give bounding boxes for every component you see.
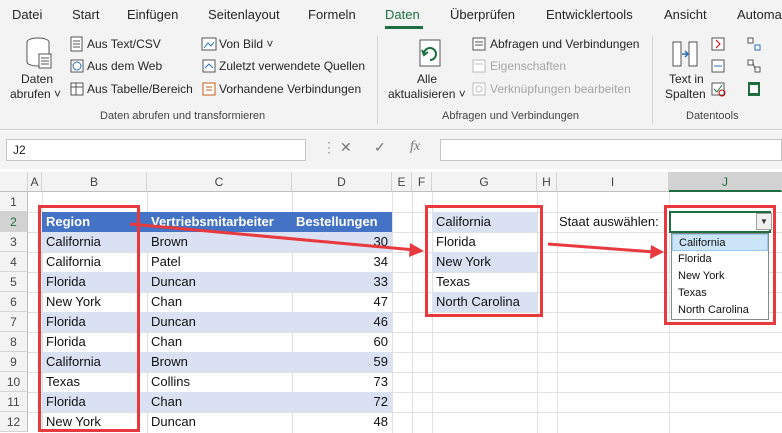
recent-sources-icon (202, 59, 216, 73)
dropdown-list: California Florida New York Texas North … (671, 233, 769, 320)
arrow-head (650, 245, 664, 259)
text-to-columns-icon (672, 41, 698, 67)
insert-function-icon[interactable]: fx (410, 139, 420, 155)
formula-bar: J2 ⋮ ✕ ✓ fx (0, 131, 782, 169)
web-icon (70, 59, 84, 73)
tab-formeln[interactable]: Formeln (308, 7, 356, 22)
cancel-icon[interactable]: ✕ (340, 139, 352, 156)
tab-automate[interactable]: Automa (737, 7, 782, 22)
group-label-get-transform: Daten abrufen und transformieren (100, 110, 266, 122)
recent-sources-button[interactable]: Zuletzt verwendete Quellen (219, 59, 365, 73)
formula-input[interactable] (440, 139, 782, 161)
dropdown-option[interactable]: Texas (672, 285, 768, 302)
tab-ueberpruefen[interactable]: Überprüfen (450, 7, 515, 22)
arrow-head (409, 243, 424, 257)
active-tab-indicator (385, 26, 423, 29)
ribbon: Daten abrufen ˅ Aus Text/CSV Aus dem Web… (0, 30, 782, 130)
tab-start[interactable]: Start (72, 7, 99, 22)
tab-einfuegen[interactable]: Einfügen (127, 7, 178, 22)
queries-icon (472, 37, 486, 51)
relationships-icon (747, 59, 761, 73)
enter-icon[interactable]: ✓ (374, 139, 386, 156)
data-model-icon (748, 82, 760, 96)
flash-fill-icon (711, 37, 725, 51)
dropdown-arrow-button[interactable]: ▼ (756, 213, 772, 230)
refresh-all-label-1[interactable]: Alle (417, 72, 437, 86)
properties-button[interactable]: Eigenschaften (490, 59, 566, 73)
edit-links-button[interactable]: Verknüpfungen bearbeiten (490, 82, 631, 96)
name-box[interactable]: J2 (6, 139, 306, 161)
existing-connections-button[interactable]: Vorhandene Verbindungen (219, 82, 361, 96)
tab-seitenlayout[interactable]: Seitenlayout (208, 7, 280, 22)
worksheet-grid: A B C D E F G H I J 1 2 3 4 5 6 7 8 9 10… (0, 172, 782, 433)
text-file-icon (70, 36, 83, 52)
arrow-list-to-dropdown (547, 242, 656, 254)
ribbon-separator-2 (652, 36, 653, 124)
remove-duplicates-icon (711, 59, 725, 73)
from-table-button[interactable]: Aus Tabelle/Bereich (87, 82, 193, 96)
arrows-overlay (129, 222, 664, 259)
queries-connections-button[interactable]: Abfragen und Verbindungen (490, 37, 639, 51)
from-web-button[interactable]: Aus dem Web (87, 59, 162, 73)
existing-connections-icon (202, 82, 216, 96)
table-icon (70, 82, 84, 96)
tab-ansicht[interactable]: Ansicht (664, 7, 707, 22)
dropdown-option[interactable]: North Carolina (672, 302, 768, 319)
dropdown-option[interactable]: New York (672, 268, 768, 285)
get-data-label-2[interactable]: abrufen ˅ (10, 87, 61, 101)
ribbon-separator (377, 36, 378, 124)
tab-datei[interactable]: Datei (12, 7, 42, 22)
group-label-queries: Abfragen und Verbindungen (442, 110, 580, 122)
text-to-columns-label-1[interactable]: Text in (669, 72, 704, 86)
refresh-all-label-2[interactable]: aktualisieren ˅ (388, 87, 466, 101)
from-text-csv-button[interactable]: Aus Text/CSV (87, 37, 161, 51)
arrow-region-to-list (129, 222, 416, 252)
database-icon (26, 37, 52, 69)
properties-icon (472, 59, 486, 73)
dropdown-option[interactable]: California (672, 234, 768, 251)
group-label-data-tools: Datentools (686, 110, 739, 122)
dropdown-option[interactable]: Florida (672, 251, 768, 268)
tab-entwicklertools[interactable]: Entwicklertools (546, 7, 633, 22)
text-to-columns-label-2[interactable]: Spalten (665, 87, 706, 101)
picture-icon (201, 37, 217, 51)
formula-more-icon: ⋮ (322, 139, 336, 155)
edit-links-icon (472, 82, 486, 96)
get-data-label-1[interactable]: Daten (21, 72, 53, 86)
refresh-all-icon (419, 39, 441, 67)
ribbon-tabs: Datei Start Einfügen Seitenlayout Formel… (0, 0, 782, 30)
data-validation-icon (711, 82, 726, 97)
tab-daten[interactable]: Daten (385, 7, 420, 22)
from-picture-button[interactable]: Von Bild ˅ (219, 37, 273, 51)
consolidate-icon (747, 37, 761, 51)
